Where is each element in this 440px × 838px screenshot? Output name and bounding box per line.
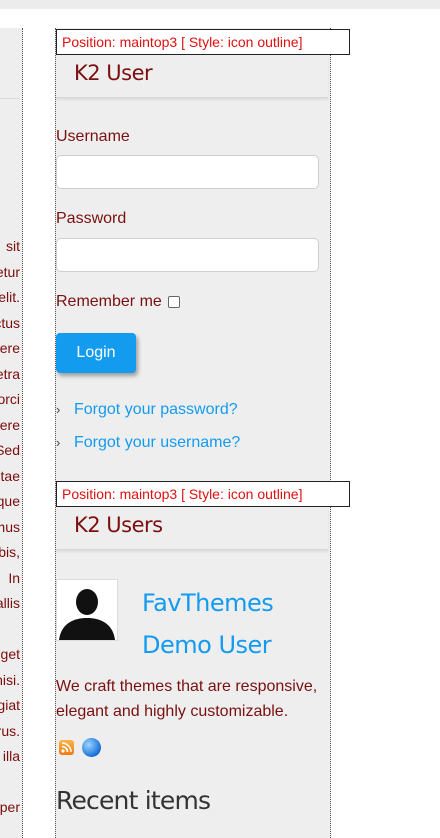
left-fragment: Sed: [0, 442, 20, 458]
user-description: We craft themes that are responsive, ele…: [56, 678, 318, 720]
left-fragment: mus: [0, 518, 20, 535]
remember-me-checkbox[interactable]: [167, 296, 180, 308]
left-fragment: etur: [0, 263, 20, 280]
chevron-right-icon: ›: [56, 402, 61, 417]
username-input[interactable]: [56, 155, 319, 189]
left-fragment: que: [0, 493, 20, 509]
left-column: sit etur elit. ctus vere etra orci vere …: [0, 28, 23, 838]
password-label: Password: [56, 210, 127, 227]
left-fragment: per: [0, 799, 20, 815]
user-name-link[interactable]: FavThemes Demo User: [142, 582, 328, 666]
module-title-k2-user: K2 User: [56, 56, 328, 98]
left-fragment: rus.: [0, 722, 20, 739]
left-fragment: In: [8, 569, 20, 586]
left-fragment: [0, 617, 20, 643]
left-column-text: sit etur elit. ctus vere etra orci vere …: [0, 234, 20, 821]
forgot-password-row[interactable]: › Forgot your password?: [56, 401, 238, 419]
left-fragment: giat: [0, 697, 20, 713]
left-fragment: orci: [0, 391, 20, 407]
login-button[interactable]: Login: [56, 333, 136, 373]
rss-icon[interactable]: [59, 740, 74, 755]
forgot-username-row[interactable]: › Forgot your username?: [56, 434, 240, 452]
user-avatar[interactable]: [56, 579, 118, 641]
chevron-right-icon: ›: [56, 435, 61, 450]
module-title-k2-users: K2 Users: [56, 508, 328, 550]
left-column-separator: [0, 98, 20, 99]
left-fragment: [0, 770, 20, 796]
left-fragment: illa: [2, 748, 20, 764]
top-bar: [0, 0, 440, 9]
avatar-silhouette-icon: [57, 580, 117, 640]
left-fragment: eget: [0, 646, 20, 662]
recent-items-title: Recent items: [56, 786, 211, 815]
password-input[interactable]: [56, 238, 319, 272]
left-fragment: etra: [0, 365, 20, 382]
rss-glyph-icon: [61, 742, 72, 753]
position-label-login: Position: maintop3 [ Style: icon outline…: [56, 29, 350, 55]
left-fragment: vere: [0, 340, 20, 356]
position-label-users: Position: maintop3 [ Style: icon outline…: [56, 481, 350, 507]
left-fragment: elit.: [0, 289, 20, 305]
left-fragment: obis,: [0, 544, 20, 560]
left-fragment: ctus: [0, 314, 20, 331]
username-label: Username: [56, 128, 130, 145]
remember-me-label: Remember me: [56, 293, 162, 310]
remember-me-row: Remember me: [56, 293, 180, 311]
left-fragment: itae: [0, 467, 20, 484]
left-fragment: vere: [0, 416, 20, 433]
left-fragment: sit: [6, 238, 20, 254]
left-fragment: nisi.: [0, 671, 20, 688]
website-globe-icon[interactable]: [82, 738, 101, 757]
forgot-password-link[interactable]: Forgot your password?: [74, 401, 238, 418]
forgot-username-link[interactable]: Forgot your username?: [74, 434, 240, 451]
left-fragment: allis: [0, 595, 20, 611]
